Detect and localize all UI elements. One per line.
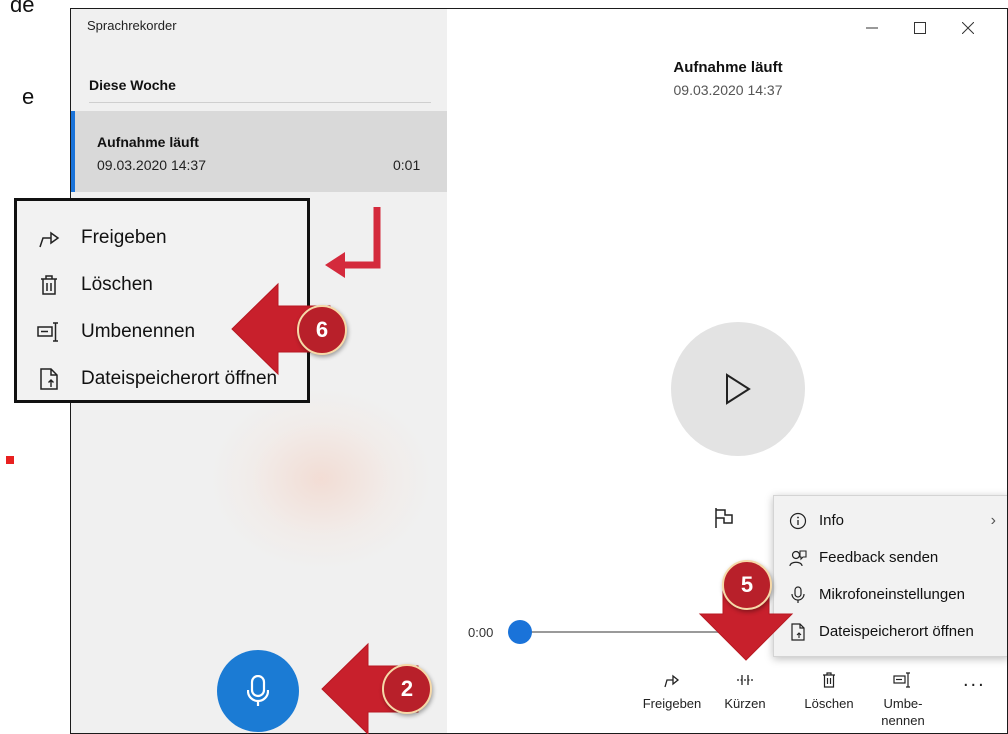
callout-badge-rename: 6 xyxy=(297,305,347,355)
callout-badge-record: 2 xyxy=(382,664,432,714)
annotation-layer xyxy=(231,207,794,734)
callout-badge-more-menu: 5 xyxy=(722,560,772,610)
bent-arrow xyxy=(325,207,381,278)
